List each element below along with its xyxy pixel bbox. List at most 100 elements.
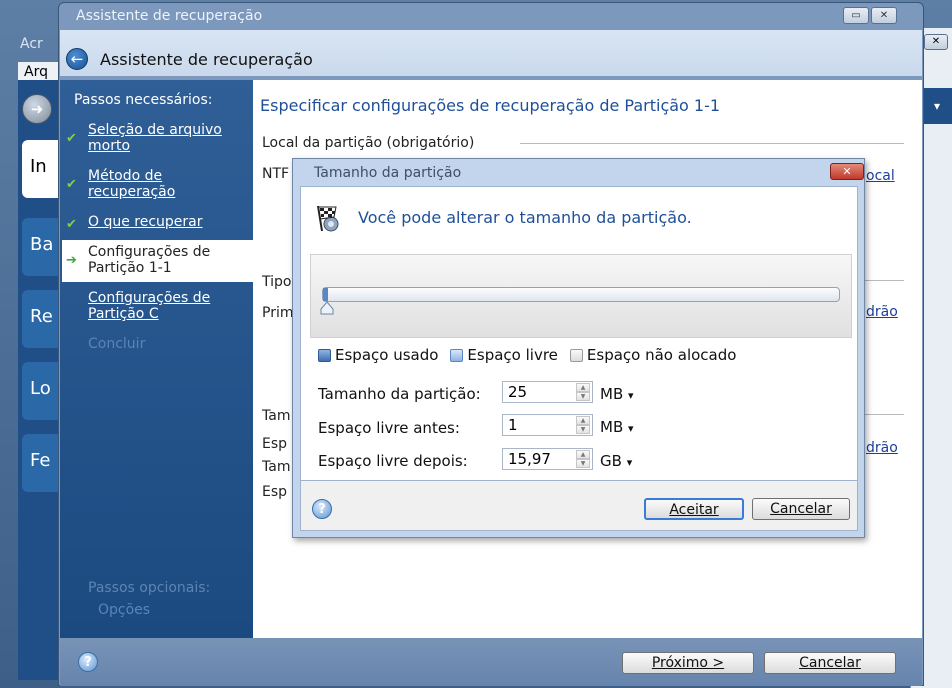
free-before-unit-select[interactable]: MB ▾ (600, 418, 634, 436)
default-type-link[interactable]: drão (866, 304, 898, 320)
next-button[interactable]: Próximo > (622, 652, 754, 674)
partition-size-unit-select[interactable]: MB ▾ (600, 385, 634, 403)
section-divider (862, 280, 904, 281)
step-archive-selection[interactable]: Seleção de arquivo morto (88, 122, 222, 154)
background-tab-4[interactable]: Lo (22, 362, 62, 420)
legend-free: Espaço livre (450, 346, 558, 364)
chevron-down-icon: ▾ (626, 456, 633, 469)
partition-size-label: Tam (262, 408, 291, 424)
free-before-label: Espaço livre antes: (318, 419, 460, 437)
partition-size-bar[interactable] (322, 287, 840, 302)
partition-location-value: NTF (262, 166, 290, 182)
legend-used: Espaço usado (318, 346, 438, 364)
background-tab-2[interactable]: Ba (22, 218, 62, 276)
step-partition-c-settings[interactable]: Configurações de Partição C (88, 290, 210, 322)
maximize-icon[interactable]: ▭ (843, 7, 869, 24)
step-line: O que recuperar (88, 214, 203, 230)
unit-label: GB (600, 452, 622, 470)
dialog-cancel-button[interactable]: Cancelar (752, 498, 850, 520)
slider-thumb-icon[interactable] (320, 301, 334, 315)
free-space-before-label: Esp (262, 436, 288, 452)
background-tab-5[interactable]: Fe (22, 434, 62, 492)
free-before-spinner[interactable]: ▲ ▼ (576, 416, 590, 434)
unit-label: MB (600, 385, 624, 403)
free-after-unit-select[interactable]: GB ▾ (600, 452, 632, 470)
free-space-after-label: Esp (262, 484, 288, 500)
next-button-label: Próximo > (651, 655, 725, 671)
partition-type-value: Prim (262, 305, 294, 321)
accept-button[interactable]: Aceitar (644, 498, 744, 520)
background-close-icon[interactable]: ✕ (924, 34, 948, 50)
space-legend: Espaço usado Espaço livre Espaço não alo… (318, 346, 736, 364)
chevron-down-icon: ▾ (628, 422, 634, 435)
used-space-segment (323, 288, 328, 301)
cancel-button-label: Cancelar (799, 655, 861, 671)
section-divider (862, 414, 904, 415)
step-line: Método de (88, 168, 163, 184)
spin-up-icon[interactable]: ▲ (576, 383, 590, 392)
spin-down-icon[interactable]: ▼ (576, 392, 590, 401)
close-icon[interactable]: ✕ (871, 7, 897, 24)
background-tab-1[interactable]: In (22, 140, 62, 198)
header-title: Assistente de recuperação (100, 50, 313, 69)
step-line: Concluir (88, 336, 146, 352)
partition-size-value: 25 (508, 383, 528, 401)
step-recovery-method[interactable]: Método de recuperação (88, 168, 175, 200)
dialog-cancel-label: Cancelar (770, 501, 832, 517)
checkered-flag-icon (317, 205, 339, 232)
section-divider (520, 143, 904, 144)
free-before-input[interactable]: 1 ▲ ▼ (502, 414, 593, 436)
partition-size-spinner[interactable]: ▲ ▼ (576, 383, 590, 401)
change-location-link[interactable]: ocal (866, 168, 895, 184)
step-partition-1-1-settings[interactable]: Configurações de Partição 1-1 (88, 244, 210, 276)
back-arrow-icon[interactable]: ← (66, 48, 88, 70)
spin-up-icon[interactable]: ▲ (576, 450, 590, 459)
used-space-swatch-icon (318, 348, 331, 362)
step-line: Configurações de (88, 244, 211, 260)
arrow-right-icon: ➔ (66, 253, 77, 268)
help-icon[interactable]: ? (78, 652, 98, 672)
free-space-swatch-icon (450, 348, 464, 362)
partition-type-label: Tipo (262, 274, 292, 290)
background-dropdown-icon[interactable]: ▾ (922, 88, 952, 124)
background-tab-3[interactable]: Re (22, 290, 62, 348)
background-back-icon[interactable]: ➜ (22, 94, 52, 124)
default-size-link[interactable]: drão (866, 440, 898, 456)
window-controls: ▭ ✕ (843, 7, 899, 25)
unallocated-swatch-icon (569, 348, 583, 362)
dialog-heading: Você pode alterar o tamanho da partição. (358, 208, 692, 227)
spin-up-icon[interactable]: ▲ (576, 416, 590, 425)
partition-size-input[interactable]: 25 ▲ ▼ (502, 381, 593, 403)
steps-heading: Passos necessários: (74, 92, 213, 108)
step-line: Partição 1-1 (88, 260, 172, 276)
steps-sidebar (60, 80, 253, 638)
step-options[interactable]: Opções (98, 602, 150, 618)
legend-free-label: Espaço livre (467, 346, 558, 364)
step-line: recuperação (88, 184, 176, 200)
partition-location-label: Local da partição (obrigatório) (262, 135, 475, 151)
dialog-title: Tamanho da partição (314, 165, 462, 181)
step-line: Seleção de arquivo (88, 122, 222, 138)
legend-unallocated-label: Espaço não alocado (586, 346, 737, 364)
free-after-spinner[interactable]: ▲ ▼ (576, 450, 590, 468)
accept-button-label: Aceitar (669, 502, 719, 518)
optional-steps-heading: Passos opcionais: (88, 580, 211, 596)
chevron-down-icon: ▾ (628, 389, 634, 402)
step-line: morto (88, 138, 131, 154)
check-icon: ✔ (66, 131, 77, 146)
window-title: Assistente de recuperação (76, 8, 263, 24)
dialog-close-icon[interactable]: ✕ (830, 163, 864, 180)
background-app-title: Acr (20, 36, 43, 52)
check-icon: ✔ (66, 177, 77, 192)
legend-unallocated: Espaço não alocado (569, 346, 737, 364)
free-after-input[interactable]: 15,97 ▲ ▼ (502, 448, 593, 470)
partition-size-label: Tamanho da partição: (318, 385, 481, 403)
dialog-help-icon[interactable]: ? (312, 499, 332, 519)
legend-used-label: Espaço usado (335, 346, 439, 364)
free-after-label: Espaço livre depois: (318, 452, 468, 470)
cancel-button[interactable]: Cancelar (764, 652, 896, 674)
spin-down-icon[interactable]: ▼ (576, 459, 590, 468)
spin-down-icon[interactable]: ▼ (576, 425, 590, 434)
free-before-value: 1 (508, 416, 518, 434)
step-what-to-recover[interactable]: O que recuperar (88, 214, 203, 230)
